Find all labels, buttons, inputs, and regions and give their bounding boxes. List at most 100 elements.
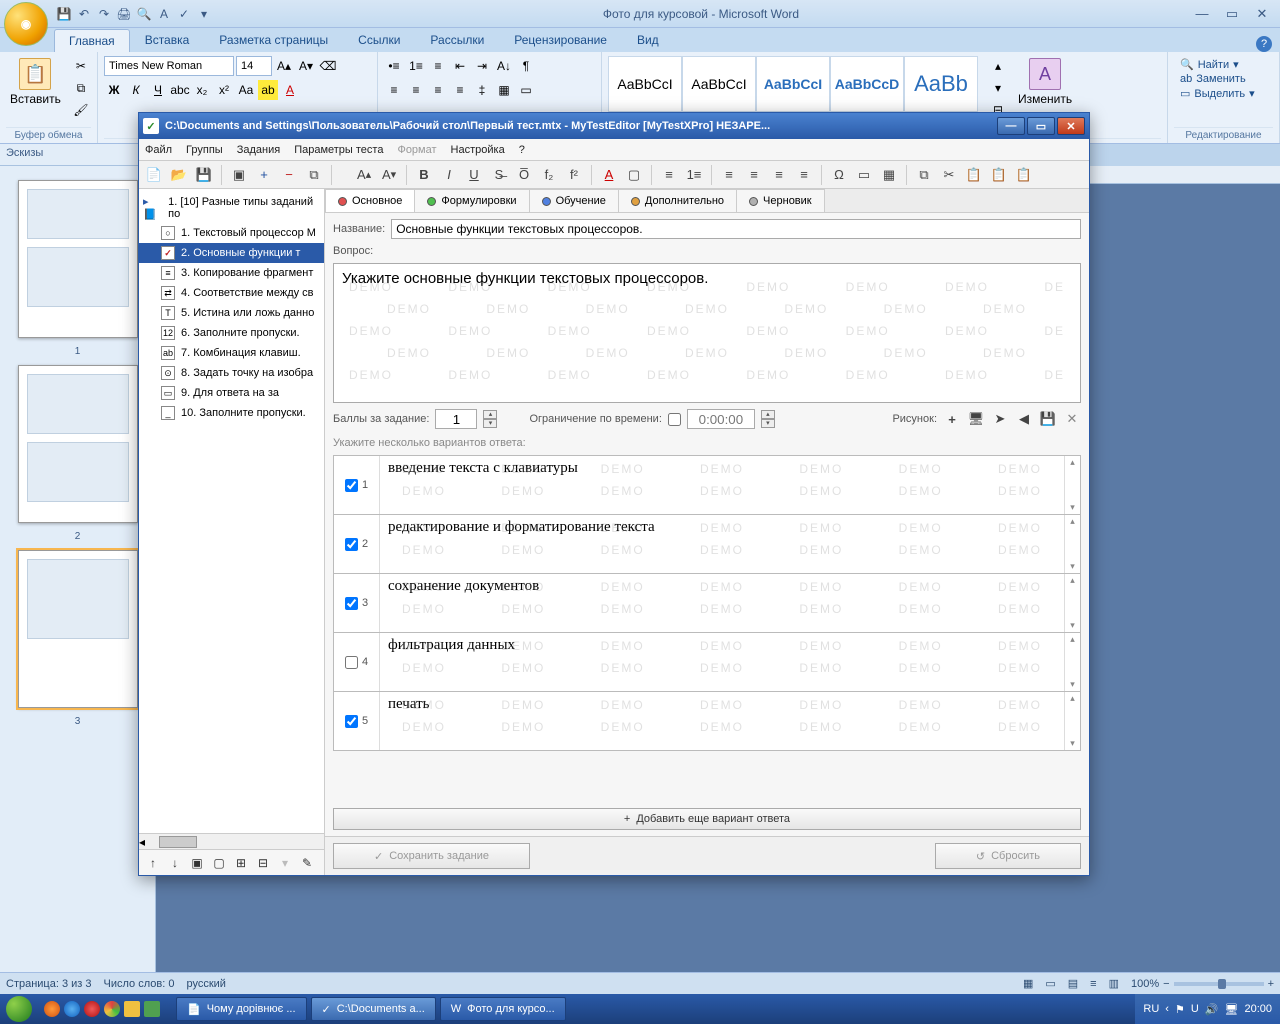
maximize-icon[interactable]: ▭ — [1220, 5, 1244, 23]
answer-scrollbar[interactable]: ▴▾ — [1064, 515, 1080, 573]
numbers-icon[interactable]: 1≡ — [683, 164, 705, 186]
time-down-icon[interactable]: ▾ — [761, 419, 775, 428]
cut-icon[interactable]: ✂ — [71, 56, 91, 76]
timelimit-input[interactable] — [687, 409, 755, 429]
tab-formulations[interactable]: Формулировки — [414, 189, 529, 212]
points-down-icon[interactable]: ▾ — [483, 419, 497, 428]
answer-scrollbar[interactable]: ▴▾ — [1064, 456, 1080, 514]
open-icon[interactable]: 📂 — [168, 164, 190, 186]
view-outline-icon[interactable]: ≡ — [1090, 978, 1096, 990]
menu-groups[interactable]: Группы — [186, 144, 223, 156]
line-spacing-icon[interactable]: ‡ — [472, 80, 492, 100]
style-down-icon[interactable]: ▾ — [988, 78, 1008, 98]
move-down-icon[interactable]: ↓ — [167, 855, 183, 871]
tab-references[interactable]: Ссылки — [343, 28, 415, 52]
format-painter-icon[interactable]: 🖌 — [71, 100, 91, 120]
start-button[interactable] — [0, 994, 38, 1024]
clear-format-icon[interactable]: ⌫ — [318, 56, 338, 76]
tree-hscrollbar[interactable]: ◂ — [139, 833, 324, 849]
tray-network-icon[interactable]: ⚑ — [1175, 1003, 1185, 1016]
menu-settings[interactable]: Настройка — [451, 144, 505, 156]
chrome-icon[interactable] — [104, 1001, 120, 1017]
app-icon[interactable] — [124, 1001, 140, 1017]
status-page[interactable]: Страница: 3 из 3 — [6, 978, 92, 990]
tray-vol-icon[interactable]: 🔊 — [1205, 1003, 1219, 1016]
menu-file[interactable]: Файл — [145, 144, 172, 156]
view-draft-icon[interactable]: ▥ — [1109, 977, 1119, 990]
tree-item-9[interactable]: ▭9. Для ответа на за — [139, 383, 324, 403]
italic-icon[interactable]: I — [438, 164, 460, 186]
pic-add-icon[interactable]: + — [943, 410, 961, 428]
styles-gallery[interactable]: AaBbCcI AaBbCcI AaBbCcI AaBbCcD AaBb — [608, 56, 978, 112]
italic-icon[interactable]: К — [126, 80, 146, 100]
align-left-icon[interactable]: ≡ — [384, 80, 404, 100]
status-lang[interactable]: русский — [186, 978, 225, 990]
view-read-icon[interactable]: ▭ — [1045, 977, 1055, 990]
case-icon[interactable]: Aa — [236, 80, 256, 100]
add-icon[interactable]: + — [253, 164, 275, 186]
font-increase-icon[interactable]: A — [156, 6, 172, 22]
zoom-slider[interactable] — [1174, 982, 1264, 986]
bold-icon[interactable]: B — [413, 164, 435, 186]
highlight-icon[interactable]: ab — [258, 80, 278, 100]
tree-item-1[interactable]: ○1. Текстовый процессор M — [139, 223, 324, 243]
tab-layout[interactable]: Разметка страницы — [204, 28, 343, 52]
bold-icon[interactable]: Ж — [104, 80, 124, 100]
editor-titlebar[interactable]: ✓ C:\Documents and Settings\Пользователь… — [139, 113, 1089, 139]
page-thumb-2[interactable] — [18, 365, 138, 523]
align-left-icon[interactable]: ≡ — [718, 164, 740, 186]
copy-icon[interactable]: ⧉ — [913, 164, 935, 186]
superscript-icon[interactable]: f² — [563, 164, 585, 186]
close-icon[interactable]: ✕ — [1250, 5, 1274, 23]
font-grow-icon[interactable]: A▴ — [353, 164, 375, 186]
timelimit-checkbox[interactable] — [668, 413, 681, 426]
tree-item-5[interactable]: T5. Истина или ложь данно — [139, 303, 324, 323]
minimize-icon[interactable]: — — [1190, 5, 1214, 23]
zoom-in-icon[interactable]: + — [1268, 978, 1274, 990]
show-marks-icon[interactable]: ¶ — [516, 56, 536, 76]
tree-root[interactable]: ▸ 📘1. [10] Разные типы заданий по — [139, 193, 324, 223]
save-icon[interactable]: 💾 — [193, 164, 215, 186]
app2-icon[interactable] — [144, 1001, 160, 1017]
tree-item-10[interactable]: _10. Заполните пропуски. — [139, 403, 324, 423]
strike-icon[interactable]: S̶ — [488, 164, 510, 186]
align-center-icon[interactable]: ≡ — [406, 80, 426, 100]
answer-checkbox[interactable] — [345, 656, 358, 669]
shading-icon[interactable]: ▦ — [494, 80, 514, 100]
opera-icon[interactable] — [84, 1001, 100, 1017]
remove-node-icon[interactable]: ⊟ — [255, 855, 271, 871]
align-center-icon[interactable]: ≡ — [743, 164, 765, 186]
pic-prev-icon[interactable]: ◀ — [1015, 410, 1033, 428]
indent-inc-icon[interactable]: ⇥ — [472, 56, 492, 76]
font-size-input[interactable] — [236, 56, 272, 76]
cut-icon[interactable]: ✂ — [938, 164, 960, 186]
multilevel-icon[interactable]: ≡ — [428, 56, 448, 76]
tab-main[interactable]: Основное — [325, 189, 415, 212]
print-icon[interactable]: 🖨 — [116, 6, 132, 22]
highlight-color-icon[interactable]: ▢ — [623, 164, 645, 186]
justify-icon[interactable]: ≡ — [450, 80, 470, 100]
save-icon[interactable]: 💾 — [56, 6, 72, 22]
save-task-button[interactable]: ✓Сохранить задание — [333, 843, 530, 869]
tree-item-2[interactable]: ✓2. Основные функции т — [139, 243, 324, 263]
office-button[interactable]: ◉ — [4, 2, 48, 46]
bullets-icon[interactable]: ≡ — [658, 164, 680, 186]
select-button[interactable]: ▭Выделить ▾ — [1180, 87, 1267, 100]
pic-save-icon[interactable]: 💾 — [1039, 410, 1057, 428]
status-words[interactable]: Число слов: 0 — [104, 978, 175, 990]
font-shrink-icon[interactable]: A▾ — [378, 164, 400, 186]
zoom-out-icon[interactable]: − — [1163, 978, 1169, 990]
tree-item-8[interactable]: ⊙8. Задать точку на изобра — [139, 363, 324, 383]
subscript-icon[interactable]: f₂ — [538, 164, 560, 186]
change-styles-button[interactable]: A Изменить — [1014, 56, 1076, 108]
paste-button[interactable]: 📋 Вставить — [6, 56, 65, 108]
points-up-icon[interactable]: ▴ — [483, 410, 497, 419]
editor-maximize-icon[interactable]: ▭ — [1027, 117, 1055, 135]
remove-icon[interactable]: − — [278, 164, 300, 186]
clock[interactable]: 20:00 — [1244, 1003, 1272, 1015]
answer-text[interactable]: фильтрация данныхDEMO DEMO DEMO DEMO DEM… — [380, 633, 1064, 691]
collapse-icon[interactable]: ▢ — [211, 855, 227, 871]
tree-item-3[interactable]: ≡3. Копирование фрагмент — [139, 263, 324, 283]
tray-av-icon[interactable]: U — [1191, 1003, 1199, 1015]
tab-review[interactable]: Рецензирование — [499, 28, 622, 52]
